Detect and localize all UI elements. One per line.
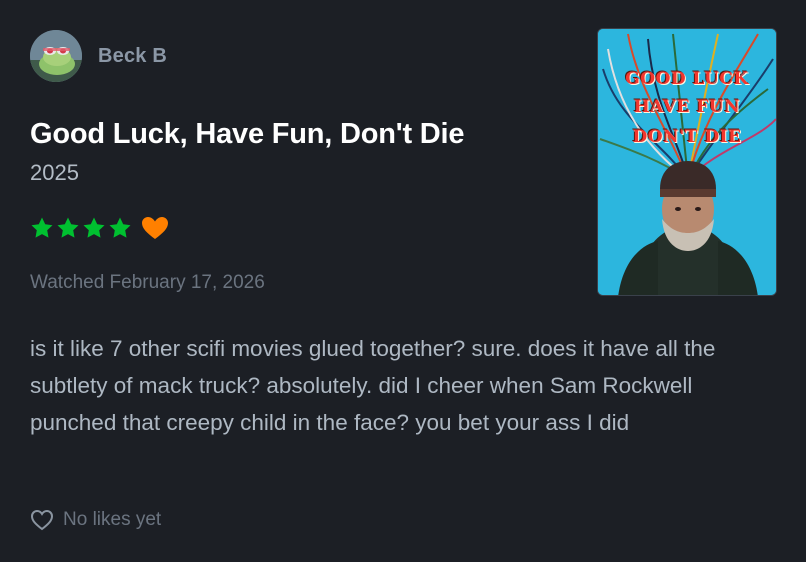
film-poster[interactable]: GOOD LUCK HAVE FUN DON'T DIE — [597, 28, 777, 296]
user-avatar[interactable] — [30, 30, 82, 82]
review-text: is it like 7 other scifi movies glued to… — [30, 336, 716, 435]
likes-row[interactable]: No likes yet — [30, 506, 161, 534]
star-icon — [31, 217, 53, 238]
star-icon — [57, 217, 79, 238]
film-title[interactable]: Good Luck, Have Fun, Don't Die — [30, 118, 465, 151]
likes-count-label: No likes yet — [63, 509, 162, 530]
star-icon — [109, 217, 131, 238]
watched-date: Watched February 17, 2026 — [30, 272, 265, 293]
username[interactable]: Beck B — [98, 45, 167, 68]
film-year[interactable]: 2025 — [30, 160, 79, 186]
rating — [30, 213, 170, 243]
frog-avatar-icon — [30, 30, 82, 82]
review-card: Beck B Good Luck, Have Fun, Don't Die 20… — [0, 0, 806, 562]
liked-heart-icon — [142, 217, 168, 239]
star-icon — [83, 217, 105, 238]
poster-title-line: HAVE FUN — [633, 97, 741, 117]
poster-title-line: GOOD LUCK — [625, 69, 749, 89]
poster-title-line: DON'T DIE — [632, 127, 742, 147]
heart-outline-icon[interactable] — [30, 509, 54, 531]
